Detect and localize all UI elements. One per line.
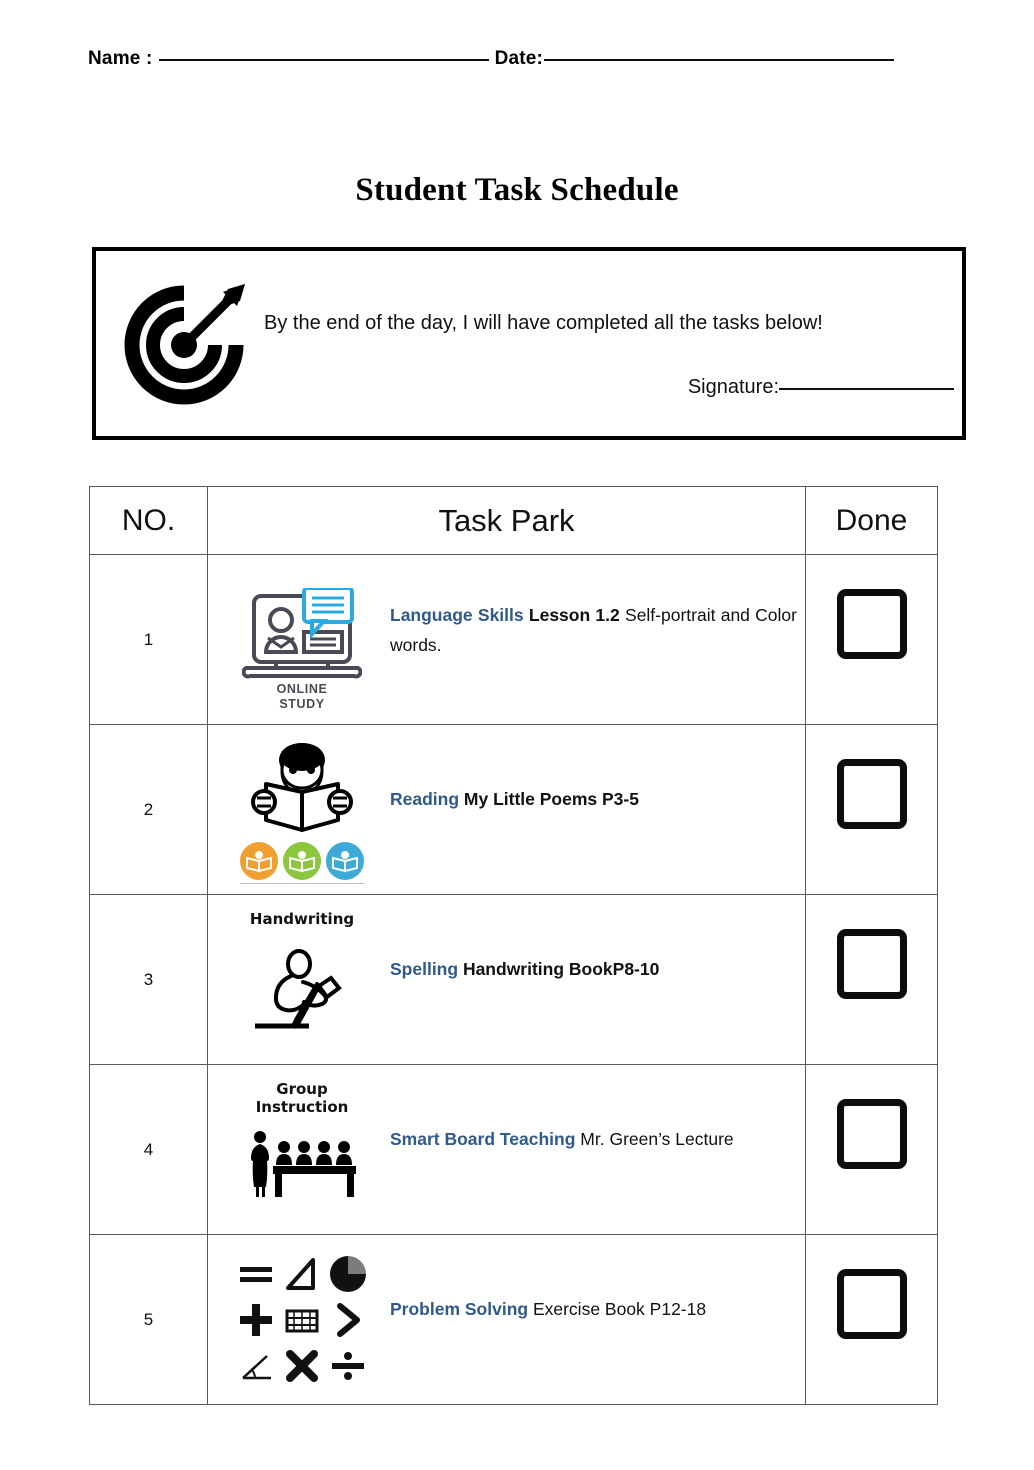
icon-caption: ONLINE STUDY bbox=[222, 682, 382, 712]
divide-icon bbox=[332, 1351, 364, 1380]
signature-label: Signature: bbox=[687, 376, 779, 398]
icon-caption-line1: ONLINE bbox=[276, 681, 328, 696]
done-checkbox[interactable] bbox=[836, 1098, 907, 1169]
pledge-text: By the end of the day, I will have compl… bbox=[264, 312, 823, 334]
row-number: 1 bbox=[89, 554, 208, 725]
name-input-line[interactable] bbox=[158, 58, 489, 61]
task-detail-bold: My Little Poems P3-5 bbox=[463, 788, 639, 809]
header-task: Task Park bbox=[207, 486, 806, 555]
task-text: Problem Solving Exercise Book P12-18 bbox=[382, 1246, 797, 1325]
done-cell bbox=[805, 554, 938, 725]
name-label: Name : bbox=[88, 48, 153, 69]
task-subject: Reading bbox=[390, 788, 460, 809]
pie-chart-icon bbox=[330, 1255, 366, 1292]
table-row: 1 ONLINE STUDY Language Skills Lesson 1.… bbox=[89, 554, 938, 725]
task-text: Reading My Little Poems P3-5 bbox=[382, 736, 797, 815]
handwriting-label: Handwriting bbox=[249, 909, 355, 928]
icon-caption-line2: STUDY bbox=[279, 696, 325, 711]
online-study-icon: ONLINE STUDY bbox=[222, 566, 382, 714]
handwriting-icon: Handwriting bbox=[222, 906, 382, 1054]
math-symbols-icon bbox=[222, 1246, 382, 1394]
group-instruction-icon: Group Instruction bbox=[222, 1076, 382, 1224]
row-number: 3 bbox=[89, 894, 208, 1065]
task-text: Language Skills Lesson 1.2 Self-portrait… bbox=[382, 566, 797, 661]
signature-input-line[interactable] bbox=[779, 387, 954, 390]
date-label: Date: bbox=[494, 48, 544, 69]
multiply-icon bbox=[286, 1349, 318, 1382]
header-no: NO. bbox=[89, 486, 208, 555]
done-cell bbox=[805, 724, 938, 895]
task-cell: Reading My Little Poems P3-5 bbox=[207, 724, 806, 895]
reading-level-badges bbox=[240, 841, 364, 884]
task-cell: Handwriting Spelling Handwriting BookP8-… bbox=[207, 894, 806, 1065]
page-title: Student Task Schedule bbox=[355, 172, 679, 208]
table-header-row: NO. Task Park Done bbox=[89, 486, 938, 555]
table-row: 4 Group Instruction Smart Board Teaching… bbox=[89, 1064, 938, 1235]
task-subject: Spelling bbox=[390, 958, 459, 979]
abacus-icon bbox=[285, 1309, 319, 1332]
done-checkbox[interactable] bbox=[836, 928, 907, 999]
task-detail: Mr. Green’s Lecture bbox=[580, 1128, 734, 1149]
table-row: 2 Reading My Little Poems P3-5 bbox=[89, 724, 938, 895]
pledge-box: By the end of the day, I will have compl… bbox=[92, 247, 966, 440]
table-row: 5 Problem Solving Exercise Book P12-18 bbox=[89, 1234, 938, 1405]
header-done: Done bbox=[805, 486, 938, 555]
done-cell bbox=[805, 1064, 938, 1235]
badge-green bbox=[283, 841, 321, 880]
task-cell: Group Instruction Smart Board Teaching M… bbox=[207, 1064, 806, 1235]
row-number: 5 bbox=[89, 1234, 208, 1405]
done-checkbox[interactable] bbox=[836, 1268, 907, 1339]
name-date-row: Name : Date: bbox=[88, 48, 948, 82]
signature-line: Signature: bbox=[264, 376, 954, 399]
task-detail-bold: Handwriting BookP8-10 bbox=[462, 958, 660, 979]
task-detail: Exercise Book P12-18 bbox=[532, 1298, 707, 1319]
target-icon bbox=[118, 279, 250, 411]
group-instruction-label: Group Instruction bbox=[256, 1080, 349, 1118]
task-text: Smart Board Teaching Mr. Green’s Lecture bbox=[382, 1076, 797, 1155]
angle-icon bbox=[242, 1354, 271, 1379]
done-checkbox[interactable] bbox=[836, 758, 907, 829]
task-subject: Smart Board Teaching bbox=[390, 1128, 576, 1149]
task-text: Spelling Handwriting BookP8-10 bbox=[382, 906, 797, 985]
row-number: 4 bbox=[89, 1064, 208, 1235]
equals-icon bbox=[240, 1266, 272, 1282]
task-cell: Problem Solving Exercise Book P12-18 bbox=[207, 1234, 806, 1405]
triangle-ruler-icon bbox=[286, 1257, 315, 1290]
task-subject: Problem Solving bbox=[390, 1298, 529, 1319]
reading-child-icon bbox=[222, 736, 382, 884]
task-detail-bold: Lesson 1.2 bbox=[528, 604, 620, 625]
table-row: 3 Handwriting Spelling Handwriting BookP… bbox=[89, 894, 938, 1065]
done-checkbox[interactable] bbox=[836, 588, 907, 659]
task-subject: Language Skills bbox=[390, 604, 524, 625]
badge-orange bbox=[240, 841, 278, 880]
group-instruction-label-line1: Group bbox=[276, 1079, 328, 1098]
task-cell: ONLINE STUDY Language Skills Lesson 1.2 … bbox=[207, 554, 806, 725]
group-instruction-label-line2: Instruction bbox=[255, 1098, 349, 1117]
greater-than-icon bbox=[337, 1302, 360, 1337]
badge-blue bbox=[326, 841, 364, 880]
row-number: 2 bbox=[89, 724, 208, 895]
task-table: NO. Task Park Done 1 ONLINE STUDY Langua… bbox=[89, 486, 938, 1405]
done-cell bbox=[805, 894, 938, 1065]
done-cell bbox=[805, 1234, 938, 1405]
date-input-line[interactable] bbox=[544, 58, 895, 61]
plus-icon bbox=[240, 1303, 272, 1336]
